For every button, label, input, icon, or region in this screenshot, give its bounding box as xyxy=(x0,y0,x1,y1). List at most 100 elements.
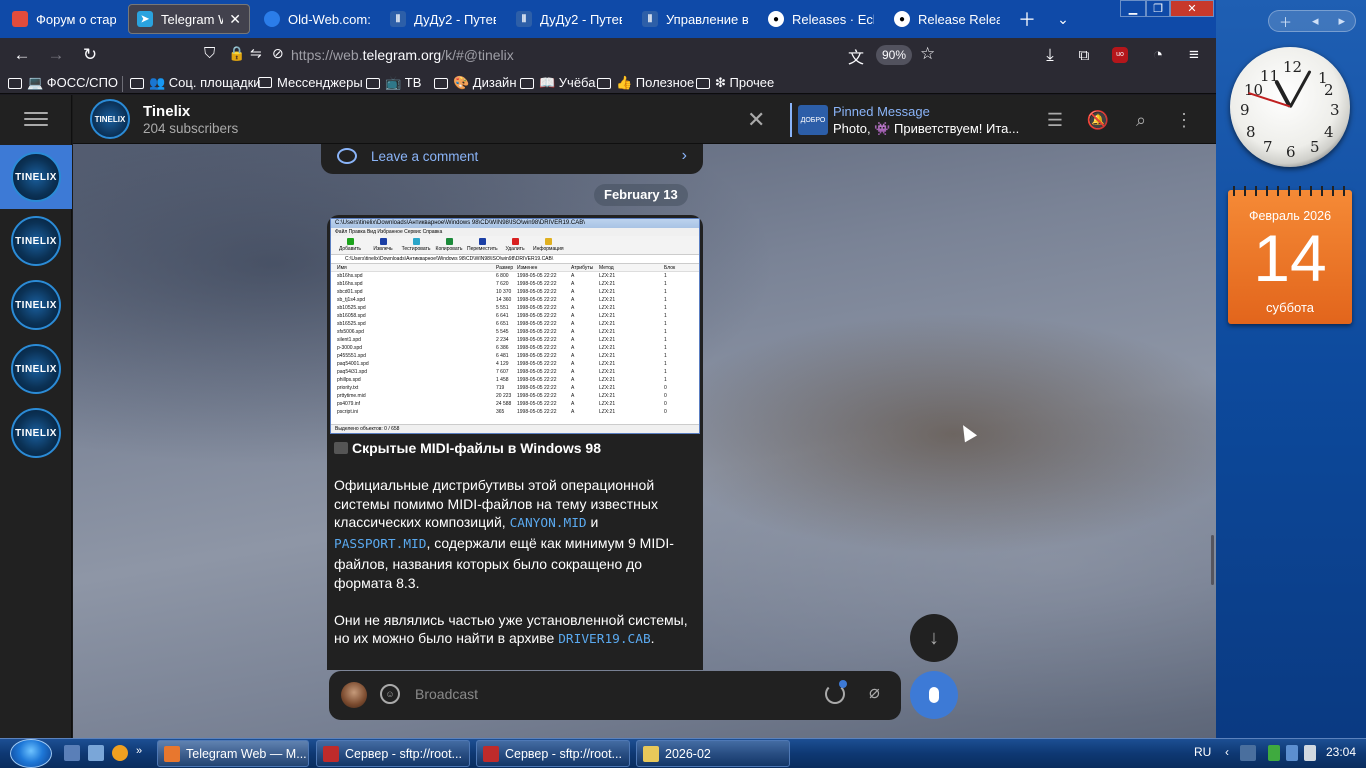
screenshot-address: C:\Users\tinelix\Downloads\Антикварное\W… xyxy=(331,255,699,264)
tab-releases-eclipse[interactable]: ● Releases · Eclips xyxy=(760,4,882,34)
close-tab-icon[interactable]: ✕ xyxy=(229,11,241,28)
list-all-tabs-button[interactable]: ⌄ xyxy=(1049,5,1077,33)
volume-icon[interactable] xyxy=(1304,745,1316,761)
attached-screenshot[interactable]: C:\Users\tinelix\Downloads\Антикварное\W… xyxy=(330,218,700,434)
hamburger-menu-icon[interactable] xyxy=(24,112,48,128)
ublock-icon[interactable]: uo xyxy=(1106,41,1134,69)
sync-icon[interactable]: ◔ xyxy=(1144,41,1172,69)
bookmark-folder-other[interactable]: ❇ Прочее xyxy=(696,75,774,91)
bookmark-folder-useful[interactable]: 👍 Полезное xyxy=(597,75,694,91)
app-menu-icon[interactable]: ≡ xyxy=(1180,41,1208,69)
show-desktop-icon[interactable] xyxy=(64,745,80,761)
chat-item-tinelix-4[interactable]: TINELIX xyxy=(0,337,72,401)
downloads-icon[interactable]: ⤓ xyxy=(1036,41,1064,69)
table-cell: 0 xyxy=(664,409,667,415)
more-options-icon[interactable]: ⋮ xyxy=(1172,108,1196,132)
new-tab-button[interactable]: ＋ xyxy=(1013,5,1041,33)
tray-app-icon[interactable] xyxy=(1268,745,1280,761)
tab-dudu2-b[interactable]: Ⅱ ДуДу2 - Путев xyxy=(508,4,630,34)
minimize-button[interactable]: ▁ xyxy=(1120,0,1146,17)
language-indicator[interactable]: RU xyxy=(1194,745,1211,759)
send-as-avatar[interactable] xyxy=(341,682,367,708)
bookmark-folder-foss[interactable]: 💻 ФОСС/СПО xyxy=(8,75,118,91)
tab-oldweb[interactable]: Old-Web.com: xyxy=(256,4,378,34)
next-icon[interactable]: ▸ xyxy=(1338,13,1345,29)
calendar-gadget[interactable]: Февраль 2026 14 суббота xyxy=(1228,186,1352,324)
task-folder[interactable]: 2026-02 xyxy=(636,740,790,767)
table-cell: A xyxy=(571,345,575,351)
shield-icon[interactable]: ⛉ xyxy=(204,45,215,62)
table-cell: sb16hs.spd xyxy=(337,281,363,287)
channel-title[interactable]: Tinelix xyxy=(143,103,190,120)
back-button[interactable]: ← xyxy=(8,41,36,69)
tab-management[interactable]: Ⅱ Управление вл xyxy=(634,4,756,34)
quicklaunch-more-icon[interactable]: » xyxy=(136,745,146,761)
lock-icon[interactable]: 🔒 xyxy=(228,45,245,62)
search-icon[interactable] xyxy=(112,745,128,761)
task-telegram[interactable]: Telegram Web — M... xyxy=(157,740,309,767)
tab-telegram[interactable]: ➤ Telegram Web ✕ xyxy=(128,4,250,34)
leave-comment-button[interactable]: Leave a comment › xyxy=(337,144,687,168)
chat-item-tinelix-5[interactable]: TINELIX xyxy=(0,401,72,465)
bookmark-folder-tv[interactable]: 📺 ТВ xyxy=(366,75,421,91)
tab-release[interactable]: ● Release Release xyxy=(886,4,1008,34)
pinned-list-icon[interactable]: ☰ xyxy=(1043,108,1067,132)
voice-record-button[interactable] xyxy=(910,671,958,719)
clock-time[interactable]: 23:04 xyxy=(1326,745,1356,759)
chat-scrollbar[interactable] xyxy=(1211,535,1214,585)
chat-item-tinelix-2[interactable]: TINELIX xyxy=(0,209,72,273)
tab-forum[interactable]: Форум о старо xyxy=(4,4,124,34)
chat-item-tinelix[interactable]: TINELIX xyxy=(0,145,72,209)
code-canyon[interactable]: CANYON.MID xyxy=(510,516,587,531)
task-sftp-2[interactable]: Сервер - sftp://root... xyxy=(476,740,630,767)
table-cell: LZX:21 xyxy=(599,409,616,415)
previous-icon[interactable]: ◂ xyxy=(1312,13,1319,29)
tray-app-icon[interactable] xyxy=(1240,745,1256,761)
bookmark-folder-study[interactable]: 📖 Учёба xyxy=(520,75,595,91)
pinned-message[interactable]: ДОБРО Pinned Message Photo, 👾 Приветству… xyxy=(790,103,1020,137)
search-icon[interactable]: ⌕ xyxy=(1129,108,1153,132)
chat-item-tinelix-3[interactable]: TINELIX xyxy=(0,273,72,337)
forward-button[interactable]: → xyxy=(42,41,70,69)
bookmark-star-icon[interactable]: ☆ xyxy=(920,44,935,64)
permissions-icon[interactable]: ⇋ xyxy=(250,45,262,62)
table-cell: 1 xyxy=(664,353,667,359)
start-button[interactable] xyxy=(10,739,52,768)
bookmark-folder-design[interactable]: 🎨 Дизайн xyxy=(434,75,517,91)
bookmark-folder-social[interactable]: 👥 Соц. площадки xyxy=(130,75,261,91)
channel-avatar[interactable]: TINELIX xyxy=(90,99,130,139)
code-passport[interactable]: PASSPORT.MID xyxy=(334,537,426,552)
url-text[interactable]: https://web.telegram.org/k/#@tinelix xyxy=(291,47,514,63)
tray-expand-icon[interactable]: ‹ xyxy=(1225,745,1229,759)
tool-icon xyxy=(478,238,486,245)
url-bar[interactable]: ⛉ 🔒 ⇋ ⊘ https://web.telegram.org/k/#@tin… xyxy=(196,41,946,69)
table-row: sb10525.spd 5 551 1998-05-05 22:22 A LZX:21 1 xyxy=(331,304,693,312)
bookmark-separator xyxy=(122,76,123,92)
reload-button[interactable]: ↻ xyxy=(76,41,104,69)
attach-icon[interactable]: ⌀ xyxy=(869,682,880,703)
switch-windows-icon[interactable] xyxy=(88,745,104,761)
table-cell: 1 xyxy=(664,273,667,279)
scroll-to-bottom-button[interactable]: ↓ xyxy=(910,614,958,662)
bookmark-folder-messengers[interactable]: Мессенджеры xyxy=(258,75,363,90)
task-sftp-1[interactable]: Сервер - sftp://root... xyxy=(316,740,470,767)
autoplay-blocked-icon[interactable]: ⊘ xyxy=(272,45,284,62)
tab-dudu2-a[interactable]: Ⅱ ДуДу2 - Путево xyxy=(382,4,504,34)
clock-gadget[interactable]: 12 1 2 3 4 5 6 7 8 9 10 11 xyxy=(1230,47,1350,167)
close-window-button[interactable]: ✕ xyxy=(1170,0,1214,17)
network-icon[interactable] xyxy=(1286,745,1298,761)
broadcast-input[interactable]: Broadcast xyxy=(415,686,478,702)
table-cell: A xyxy=(571,369,575,375)
code-driver19[interactable]: DRIVER19.CAB xyxy=(558,632,650,647)
mute-bell-icon[interactable]: 🔕 xyxy=(1086,108,1110,132)
close-icon[interactable]: ✕ xyxy=(747,107,765,133)
gadget-controls[interactable]: ＋ ◂ ▸ xyxy=(1268,10,1356,32)
table-cell: 1998-05-05 22:22 xyxy=(517,393,557,399)
extensions-icon[interactable]: ⧉ xyxy=(1070,41,1098,69)
add-gadget-icon[interactable]: ＋ xyxy=(1279,12,1292,31)
translate-icon[interactable]: 文 xyxy=(848,44,864,68)
table-cell: 0 xyxy=(664,385,667,391)
emoji-icon[interactable]: ☺ xyxy=(380,684,400,704)
zoom-level-badge[interactable]: 90% xyxy=(876,45,913,65)
maximize-button[interactable]: ❐ xyxy=(1146,0,1170,17)
